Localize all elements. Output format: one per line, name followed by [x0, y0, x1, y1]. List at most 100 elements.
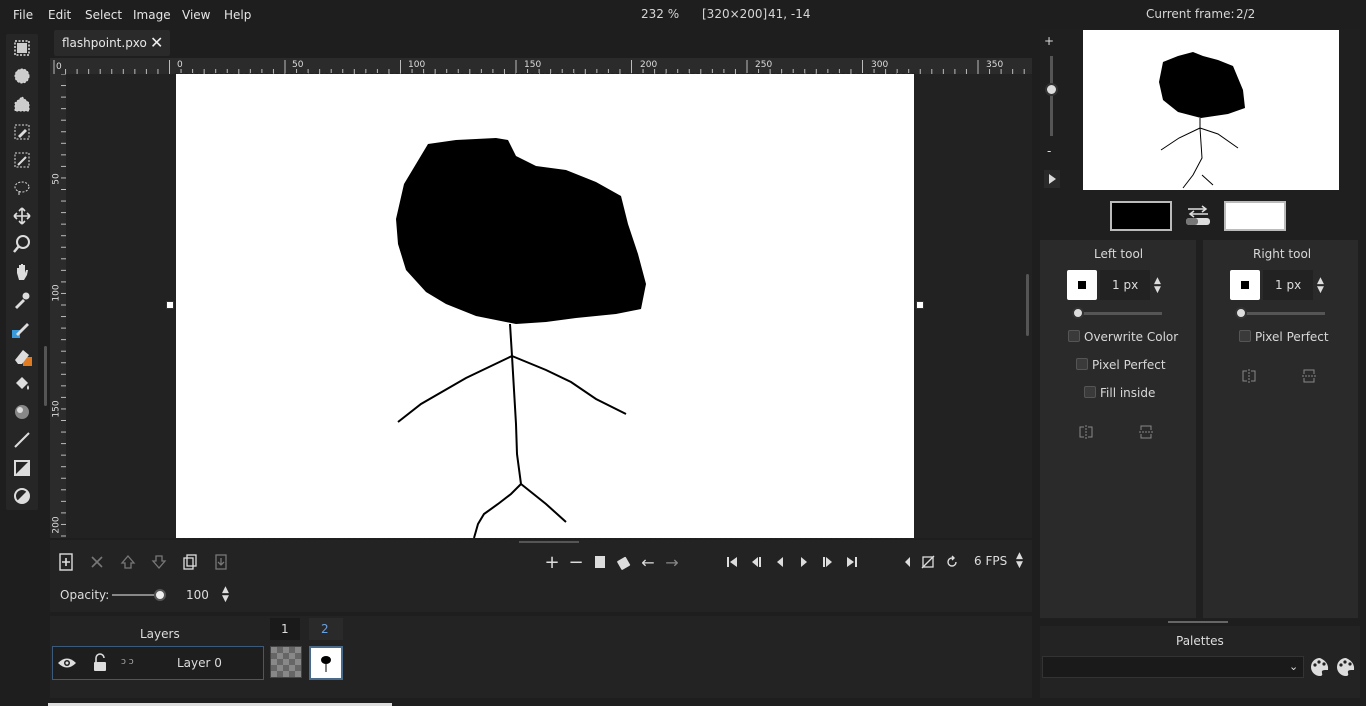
add-layer-icon[interactable]: [56, 552, 76, 572]
brush-size-slider[interactable]: [1074, 312, 1162, 315]
menu-image[interactable]: Image: [133, 8, 171, 22]
color-picker-icon[interactable]: [10, 288, 34, 312]
eraser-icon[interactable]: [10, 344, 34, 368]
brush-size-field[interactable]: 1 px: [1263, 270, 1313, 300]
ellipse-select-icon[interactable]: [10, 64, 34, 88]
lock-icon[interactable]: [91, 653, 109, 676]
clone-layer-icon[interactable]: [180, 552, 200, 572]
menu-select[interactable]: Select: [85, 8, 122, 22]
lasso-icon[interactable]: [10, 176, 34, 200]
close-icon[interactable]: ✕: [150, 33, 163, 52]
previous-frame-icon[interactable]: [770, 552, 790, 572]
preview-zoom-slider[interactable]: [1050, 56, 1053, 136]
cursor-coords-readout: 41, -14: [768, 7, 811, 21]
move-frame-left-icon[interactable]: ←: [638, 552, 658, 572]
swap-colors-icon[interactable]: [1184, 204, 1212, 229]
play-icon[interactable]: [794, 552, 814, 572]
preview-play-icon[interactable]: [1044, 170, 1060, 188]
brush-size-slider[interactable]: [1237, 312, 1325, 315]
fill-inside-checkbox[interactable]: [1084, 386, 1096, 398]
edit-palette-icon[interactable]: [1335, 656, 1357, 681]
menu-help[interactable]: Help: [224, 8, 251, 22]
zoom-readout: 232 %: [641, 7, 680, 21]
resize-handle-right[interactable]: [916, 301, 924, 309]
next-frame-icon[interactable]: [818, 552, 838, 572]
brush-shape-icon[interactable]: [1230, 270, 1260, 300]
link-icon[interactable]: ↄ ↄ: [121, 657, 134, 667]
toolbar-scrollbar[interactable]: [44, 346, 47, 406]
zoom-icon[interactable]: [10, 232, 34, 256]
add-frame-icon[interactable]: +: [542, 552, 562, 573]
vertical-scrollbar[interactable]: [1026, 274, 1029, 336]
frame-number-1[interactable]: 1: [270, 618, 300, 640]
clone-frame-icon[interactable]: [590, 552, 610, 572]
brush-size-stepper-icon[interactable]: ▲ ▼: [1317, 277, 1324, 295]
preview-zoom-plus[interactable]: +: [1044, 34, 1058, 48]
mirror-horizontal-icon[interactable]: [1078, 424, 1094, 443]
merge-down-icon[interactable]: [211, 552, 231, 572]
bucket-icon[interactable]: [10, 372, 34, 396]
remove-layer-icon[interactable]: [87, 552, 107, 572]
layer-name[interactable]: Layer 0: [177, 656, 222, 670]
onion-skin-icon[interactable]: [614, 552, 634, 572]
palette-dropdown[interactable]: ⌄: [1042, 656, 1304, 678]
pan-icon[interactable]: [10, 260, 34, 284]
mirror-vertical-icon[interactable]: [1138, 424, 1154, 443]
brush-size-field[interactable]: 1 px: [1100, 270, 1150, 300]
remove-frame-icon[interactable]: −: [566, 552, 586, 573]
overwrite-color-checkbox[interactable]: [1068, 330, 1080, 342]
onion-settings-icon[interactable]: [918, 552, 938, 572]
brush-size-knob[interactable]: [1072, 307, 1084, 319]
opacity-slider-knob[interactable]: [154, 589, 166, 601]
pixel-perfect-checkbox[interactable]: [1239, 330, 1251, 342]
rectangle-icon[interactable]: [10, 456, 34, 480]
opacity-stepper-icon[interactable]: ▲ ▼: [222, 586, 229, 604]
layer-row[interactable]: ↄ ↄ Layer 0: [52, 646, 264, 680]
drawing-canvas[interactable]: [175, 73, 915, 539]
canvas-preview[interactable]: [1083, 30, 1339, 190]
menu-file[interactable]: File: [13, 8, 33, 22]
polygon-select-icon[interactable]: [10, 92, 34, 116]
mirror-horizontal-icon[interactable]: [1241, 368, 1257, 387]
move-layer-up-icon[interactable]: [118, 552, 138, 572]
frame-number-2[interactable]: 2: [309, 618, 343, 640]
menu-edit[interactable]: Edit: [48, 8, 71, 22]
menu-view[interactable]: View: [182, 8, 210, 22]
resize-handle-left[interactable]: [166, 301, 174, 309]
move-layer-down-icon[interactable]: [149, 552, 169, 572]
fps-stepper-icon[interactable]: ▲ ▼: [1016, 552, 1023, 570]
ellipse-icon[interactable]: [10, 484, 34, 508]
tab-flashpoint[interactable]: flashpoint.pxo ✕: [54, 30, 170, 56]
loop-icon[interactable]: [942, 552, 962, 572]
move-icon[interactable]: [10, 204, 34, 228]
fps-value[interactable]: 6 FPS: [974, 554, 1007, 568]
right-color-swatch[interactable]: [1224, 201, 1286, 231]
mirror-vertical-icon[interactable]: [1301, 368, 1317, 387]
last-frame-icon[interactable]: [842, 552, 862, 572]
preview-zoom-minus[interactable]: -: [1047, 144, 1051, 158]
onion-past-icon[interactable]: [898, 552, 918, 572]
shading-icon[interactable]: [10, 400, 34, 424]
rect-select-icon[interactable]: [10, 36, 34, 60]
brush-shape-icon[interactable]: [1067, 270, 1097, 300]
brush-size-stepper-icon[interactable]: ▲ ▼: [1154, 277, 1161, 295]
color-select-icon[interactable]: [10, 120, 34, 144]
add-palette-icon[interactable]: [1309, 656, 1331, 681]
left-color-swatch[interactable]: [1110, 201, 1172, 231]
cel-frame-2[interactable]: [309, 646, 343, 680]
brush-size-knob[interactable]: [1235, 307, 1247, 319]
panel-splitter[interactable]: [1168, 621, 1228, 623]
opacity-slider[interactable]: [112, 594, 160, 596]
magic-wand-icon[interactable]: [10, 148, 34, 172]
pixel-perfect-checkbox[interactable]: [1076, 358, 1088, 370]
opacity-value[interactable]: 100: [186, 588, 209, 602]
line-icon[interactable]: [10, 428, 34, 452]
move-frame-right-icon[interactable]: →: [662, 552, 682, 572]
pencil-icon[interactable]: [10, 316, 34, 340]
panel-splitter[interactable]: [519, 541, 579, 543]
eye-icon[interactable]: [57, 656, 77, 673]
cel-frame-1[interactable]: [270, 646, 302, 678]
first-frame-icon[interactable]: [722, 552, 742, 572]
play-backwards-icon[interactable]: [746, 552, 766, 572]
preview-zoom-knob[interactable]: [1045, 83, 1058, 96]
